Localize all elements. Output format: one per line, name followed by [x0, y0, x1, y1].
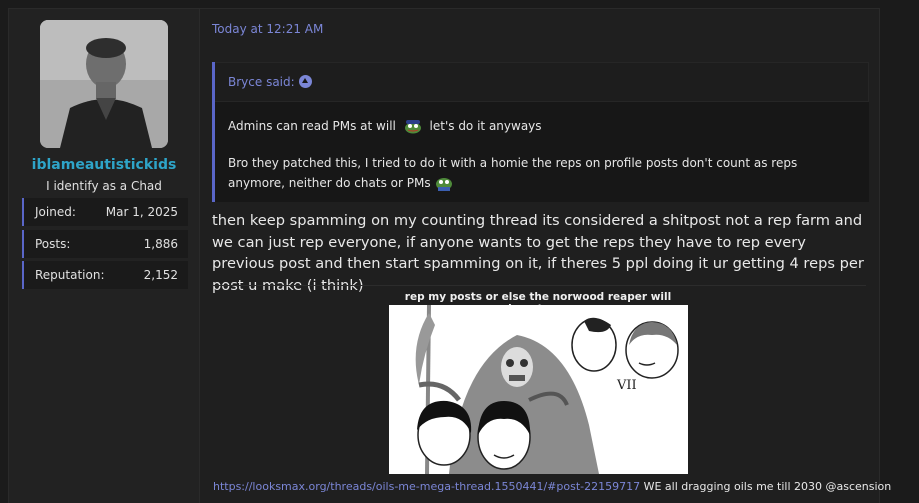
- post-timestamp[interactable]: Today at 12:21 AM: [212, 22, 323, 36]
- stat-value: Mar 1, 2025: [105, 205, 178, 219]
- stat-value: 1,886: [143, 237, 178, 251]
- norwood-reaper-illustration: VII: [389, 305, 688, 474]
- username-link[interactable]: iblameautistickids: [9, 157, 199, 173]
- quote-block: Bryce said: Admins can read PMs at will …: [212, 62, 869, 202]
- user-info-panel: iblameautistickids I identify as a Chad …: [9, 9, 200, 503]
- signature-link[interactable]: https://looksmax.org/threads/oils-me-meg…: [213, 480, 640, 493]
- stat-value: 2,152: [143, 268, 178, 282]
- quote-author[interactable]: Bryce said:: [228, 75, 312, 89]
- stat-reputation: Reputation: 2,152: [22, 261, 188, 289]
- quote-text: let's do it anyways: [429, 119, 542, 133]
- avatar-image: [40, 20, 168, 148]
- stat-posts: Posts: 1,886: [22, 230, 188, 258]
- stat-label: Joined:: [35, 205, 76, 219]
- stat-label: Reputation:: [35, 268, 105, 282]
- quote-author-label: Bryce said:: [228, 75, 295, 89]
- user-avatar[interactable]: [40, 20, 168, 148]
- quote-line: Admins can read PMs at will let's do it …: [228, 118, 542, 134]
- quote-header: Bryce said:: [215, 62, 869, 102]
- signature-divider: [212, 285, 866, 286]
- signature-text: https://looksmax.org/threads/oils-me-meg…: [213, 480, 891, 493]
- message-content: Today at 12:21 AM Bryce said: Admins can…: [200, 9, 891, 503]
- quote-text: Bro they patched this, I tried to do it …: [228, 156, 798, 190]
- pepe-emoji-icon: [435, 178, 452, 191]
- plate-label: VII: [616, 378, 637, 393]
- stat-joined: Joined: Mar 1, 2025: [22, 198, 188, 226]
- forum-post: iblameautistickids I identify as a Chad …: [8, 8, 891, 503]
- quote-text: Admins can read PMs at will: [228, 119, 396, 133]
- user-title: I identify as a Chad: [46, 179, 162, 193]
- signature-message: WE all dragging oils me till 2030 @ascen…: [640, 480, 892, 493]
- stat-label: Posts:: [35, 237, 71, 251]
- jump-to-quote-icon[interactable]: [298, 75, 312, 88]
- signature-image[interactable]: VII: [389, 305, 688, 474]
- post-body: then keep spamming on my counting thread…: [212, 212, 864, 294]
- quote-line: Bro they patched this, I tried to do it …: [228, 153, 848, 193]
- pepe-emoji-icon: [404, 120, 421, 134]
